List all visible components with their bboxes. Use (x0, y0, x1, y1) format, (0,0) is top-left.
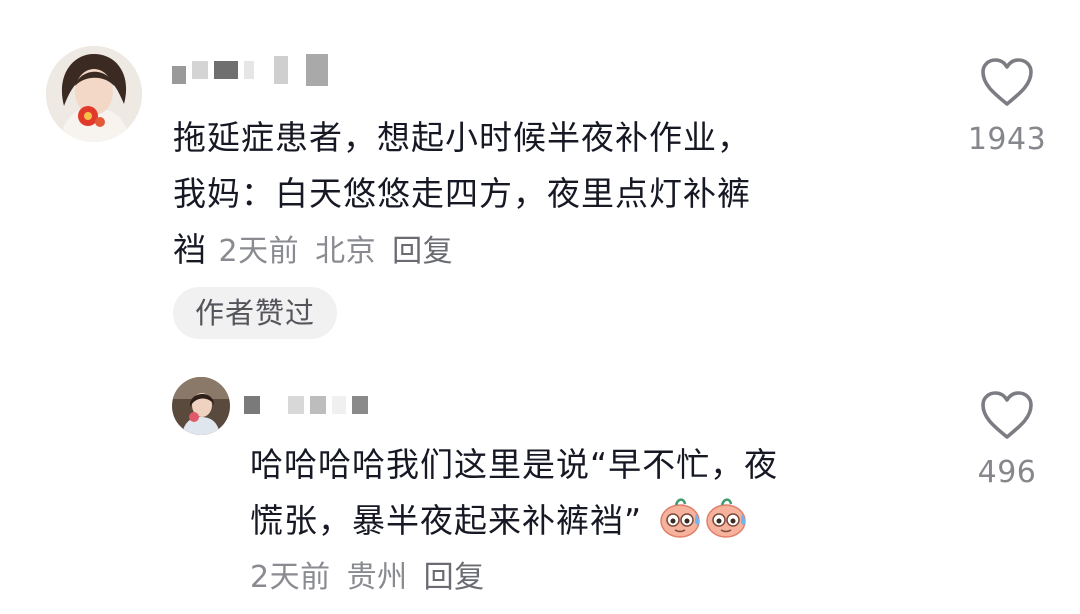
like-count: 1943 (967, 122, 1047, 157)
avatar-girl-with-flower-icon (172, 377, 230, 435)
comment-time: 2天前 (218, 234, 300, 269)
reply-line: 慌张，暴半夜起来补裤裆” (250, 493, 940, 549)
like-count: 496 (977, 455, 1037, 490)
reply-body: 哈哈哈哈我们这里是说“早不忙，夜 慌张，暴半夜起来补裤裆” (250, 437, 940, 549)
like-button[interactable]: 496 (962, 389, 1052, 490)
avatar-woman-with-red-flower-icon (46, 46, 142, 142)
comment-line: 拖延症患者，想起小时候半夜补作业， (173, 118, 751, 157)
author-liked-badge: 作者赞过 (173, 287, 338, 339)
comment-body: 拖延症患者，想起小时候半夜补作业， 我妈：白天悠悠走四方，夜里点灯补裤 裆 2天… (173, 110, 933, 280)
comment-location: 北京 (315, 234, 377, 269)
replier-avatar[interactable] (172, 377, 230, 435)
comment-text-end: 裆 (173, 230, 207, 269)
username-blurred[interactable] (172, 54, 328, 86)
comment-line-with-meta: 裆 2天前 北京 回复 (173, 222, 933, 280)
comment-line: 我妈：白天悠悠走四方，夜里点灯补裤 (173, 174, 751, 213)
sweating-face-emoji (705, 498, 746, 538)
sweating-face-emoji (659, 498, 700, 538)
commenter-avatar[interactable] (46, 46, 142, 142)
like-button[interactable]: 1943 (962, 56, 1052, 157)
username-blurred[interactable] (244, 396, 368, 414)
heart-outline-icon (981, 58, 1033, 106)
reply-text-end: 慌张，暴半夜起来补裤裆” (250, 501, 643, 540)
comment-meta: 2天前 北京 回复 (219, 234, 454, 269)
reply-meta: 2天前 贵州 回复 (250, 552, 485, 596)
reply-time: 2天前 (250, 560, 331, 595)
reply-button[interactable]: 回复 (392, 234, 453, 269)
reply-button[interactable]: 回复 (424, 560, 485, 595)
reply-line: 哈哈哈哈我们这里是说“早不忙，夜 (250, 445, 779, 484)
heart-outline-icon (981, 391, 1033, 439)
reply-location: 贵州 (346, 560, 408, 595)
